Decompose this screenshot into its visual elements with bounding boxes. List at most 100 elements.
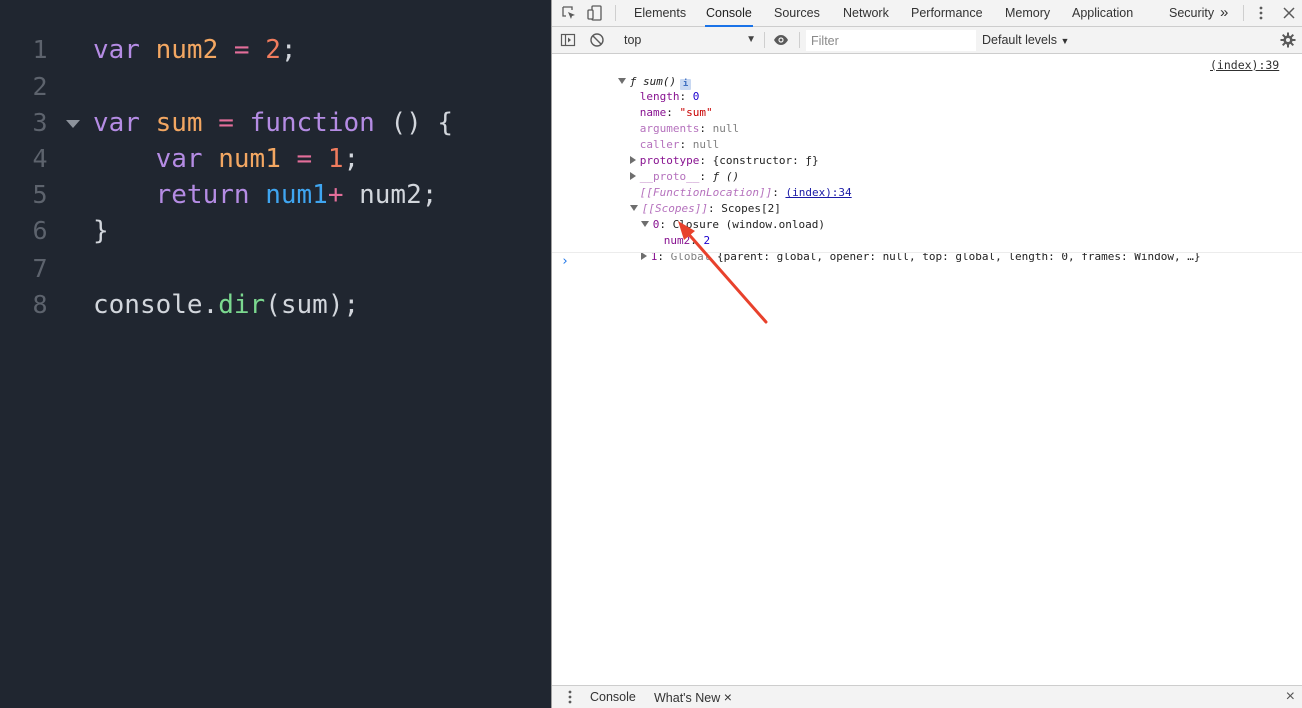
code-line[interactable]: 8 console.dir(sum); bbox=[0, 287, 551, 323]
line-number: 6 bbox=[32, 216, 48, 245]
drawer-tab-console[interactable]: Console bbox=[590, 686, 636, 708]
code-text: console.dir(sum); bbox=[93, 287, 359, 323]
more-tabs-button[interactable]: » bbox=[1219, 0, 1229, 27]
tab-application[interactable]: Application bbox=[1071, 0, 1134, 27]
inspect-element-icon[interactable] bbox=[561, 5, 577, 21]
tab-security[interactable]: Security bbox=[1168, 0, 1215, 27]
tab-network[interactable]: Network bbox=[842, 0, 890, 27]
code-token: sum bbox=[155, 108, 203, 138]
clear-console-icon[interactable] bbox=[589, 32, 605, 48]
close-drawer-icon[interactable]: × bbox=[1286, 689, 1295, 705]
toolbar-divider bbox=[1243, 5, 1244, 21]
dropdown-arrow-icon: ▼ bbox=[746, 34, 756, 45]
code-token: = bbox=[280, 144, 328, 174]
code-token: num1 bbox=[218, 144, 281, 174]
filter-input[interactable] bbox=[806, 30, 976, 51]
property-row: arguments: null bbox=[639, 122, 740, 135]
line-number: 3 bbox=[32, 108, 48, 137]
tab-sources[interactable]: Sources bbox=[773, 0, 821, 27]
code-line[interactable]: 5 return num1+ num2; bbox=[0, 177, 551, 213]
line-number: 8 bbox=[32, 290, 48, 319]
code-token: 1 bbox=[327, 144, 344, 174]
code-token: 2 bbox=[265, 35, 281, 65]
code-token: dir bbox=[218, 290, 266, 320]
code-token: num2; bbox=[343, 180, 438, 210]
sidebar-toggle-icon[interactable] bbox=[560, 32, 576, 48]
tab-elements[interactable]: Elements bbox=[633, 0, 687, 27]
code-token: = bbox=[202, 108, 250, 138]
line-number: 7 bbox=[32, 254, 48, 283]
function-location-link[interactable]: (index):34 bbox=[785, 186, 851, 199]
code-line[interactable]: 2 bbox=[0, 69, 551, 105]
tab-memory[interactable]: Memory bbox=[1004, 0, 1051, 27]
device-toolbar-icon[interactable] bbox=[587, 5, 603, 21]
close-tab-icon[interactable]: × bbox=[724, 689, 732, 705]
devtools-panel: Elements Console Sources Network Perform… bbox=[551, 0, 1302, 708]
code-text: var num2 = 2; bbox=[93, 32, 297, 68]
line-number: 1 bbox=[32, 35, 48, 64]
console-toolbar: top ▼ Default levels ▼ bbox=[552, 27, 1302, 54]
code-token: num2 bbox=[155, 35, 219, 65]
code-line[interactable]: 4 var num1 = 1; bbox=[0, 141, 551, 177]
code-line[interactable]: 6} bbox=[0, 213, 551, 249]
source-link[interactable]: (index):39 bbox=[1210, 57, 1279, 73]
code-token: var bbox=[93, 144, 219, 174]
gear-icon[interactable] bbox=[1280, 32, 1296, 48]
code-text: } bbox=[93, 213, 109, 249]
console-prompt[interactable]: › bbox=[552, 252, 1302, 272]
fold-arrow-icon[interactable] bbox=[66, 120, 80, 128]
dropdown-arrow-icon: ▼ bbox=[1060, 36, 1070, 46]
tab-console[interactable]: Console bbox=[705, 0, 753, 27]
scope-row-closure[interactable]: 0: Closure (window.onload) bbox=[601, 201, 825, 231]
context-selector[interactable]: top ▼ bbox=[618, 30, 760, 50]
code-token: ; bbox=[343, 144, 360, 174]
property-row: name: "sum" bbox=[639, 106, 713, 119]
drawer-tab-label: What's New bbox=[654, 691, 721, 705]
drawer-tab-whats-new[interactable]: What's New × bbox=[654, 686, 732, 708]
prompt-chevron-icon: › bbox=[561, 254, 569, 269]
code-token: var bbox=[93, 108, 156, 138]
code-token: (sum); bbox=[265, 290, 360, 320]
console-entry-function[interactable]: ƒ sum() i bbox=[578, 58, 692, 90]
code-line[interactable]: 1 var num2 = 2; bbox=[0, 32, 551, 68]
kebab-menu-icon[interactable] bbox=[1253, 5, 1269, 21]
property-row-proto[interactable]: __proto__: ƒ () bbox=[590, 153, 739, 183]
code-line[interactable]: 7 bbox=[0, 251, 551, 287]
log-levels-dropdown[interactable]: Default levels ▼ bbox=[982, 30, 1069, 50]
code-token: ; bbox=[280, 35, 297, 65]
live-expression-eye-icon[interactable] bbox=[773, 32, 789, 48]
code-token: console. bbox=[93, 290, 219, 320]
log-levels-label: Default levels bbox=[982, 33, 1058, 47]
code-token: () { bbox=[374, 108, 454, 138]
code-token: } bbox=[93, 216, 109, 246]
property-row: [[FunctionLocation]]: (index):34 bbox=[639, 186, 852, 199]
toolbar-divider bbox=[764, 32, 765, 48]
code-token: + bbox=[327, 180, 344, 210]
line-number: 5 bbox=[32, 180, 48, 209]
tab-performance[interactable]: Performance bbox=[910, 0, 984, 27]
code-text: var num1 = 1; bbox=[93, 141, 360, 177]
console-output: (index):39 ƒ sum() i length: 0 name: "sum… bbox=[552, 55, 1302, 685]
drawer-bar: Console What's New × × bbox=[552, 685, 1302, 708]
code-line[interactable]: 3 var sum = function () { bbox=[0, 105, 551, 141]
drawer-menu-icon[interactable] bbox=[562, 689, 578, 705]
property-row: num2: 2 bbox=[663, 234, 711, 247]
property-row-scopes[interactable]: [[Scopes]]: Scopes[2] bbox=[590, 185, 781, 215]
toolbar-divider bbox=[615, 5, 616, 21]
code-token: num1 bbox=[265, 180, 328, 210]
property-row-prototype[interactable]: prototype: {constructor: ƒ} bbox=[590, 137, 819, 167]
line-number: 4 bbox=[32, 144, 48, 173]
toolbar-divider bbox=[799, 32, 800, 48]
property-row: caller: null bbox=[639, 138, 720, 151]
context-value: top bbox=[624, 33, 642, 47]
code-token: return bbox=[93, 180, 266, 210]
scope-row-global[interactable]: 1: Global {parent: global, opener: null,… bbox=[601, 233, 1200, 263]
close-devtools-icon[interactable] bbox=[1281, 5, 1297, 21]
code-editor[interactable]: 1 var num2 = 2; 2 3 var sum = function () {4… bbox=[0, 0, 551, 708]
property-row: length: 0 bbox=[639, 90, 700, 103]
devtools-tabbar: Elements Console Sources Network Perform… bbox=[552, 0, 1302, 27]
code-token: function bbox=[249, 108, 375, 138]
code-text: var sum = function () { bbox=[93, 105, 453, 141]
code-text: return num1+ num2; bbox=[93, 177, 438, 213]
code-token: = bbox=[218, 35, 266, 65]
